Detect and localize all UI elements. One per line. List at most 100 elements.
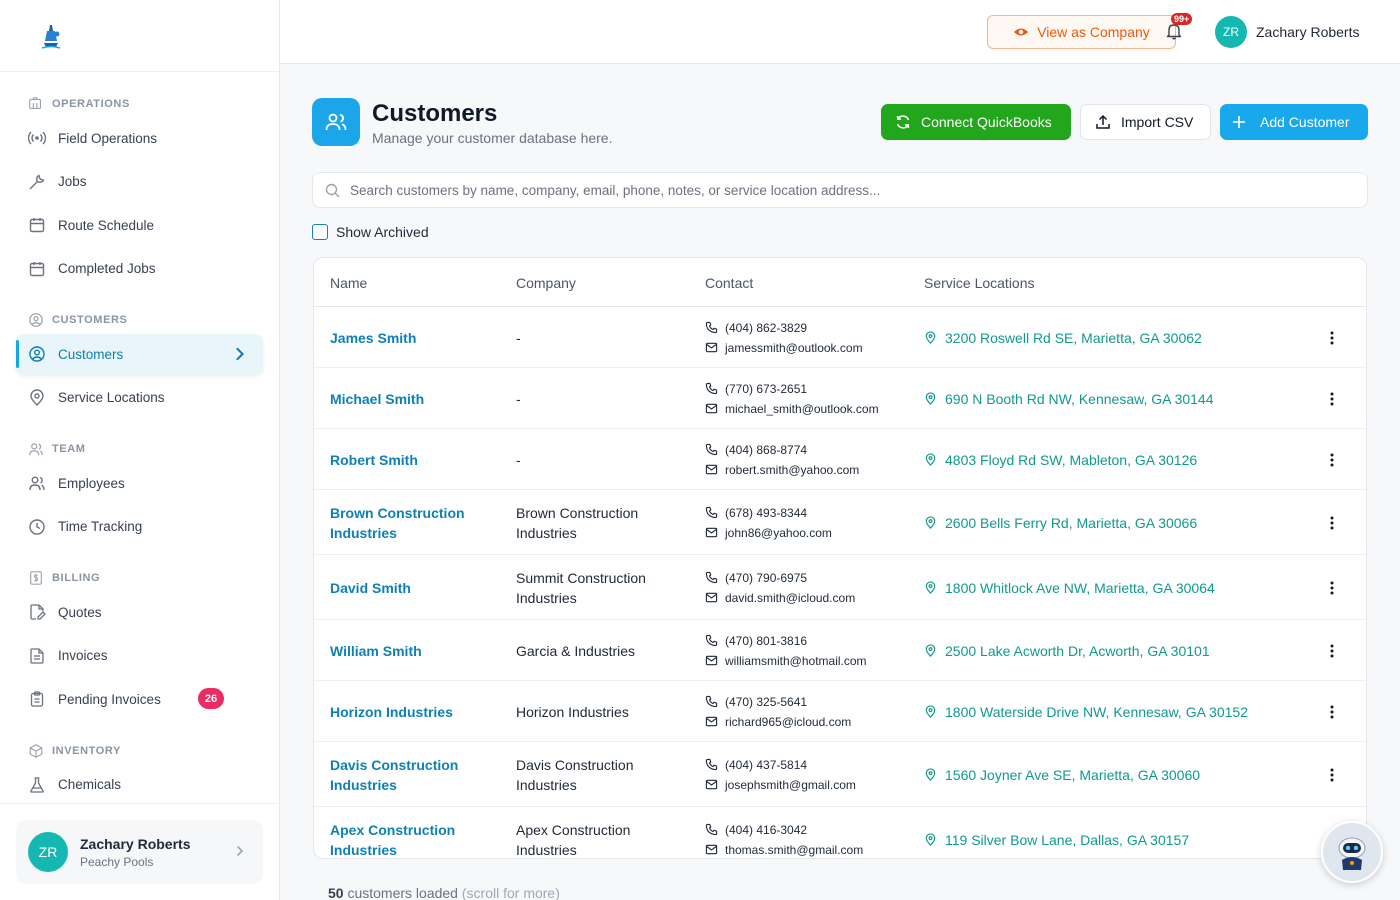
contact-email[interactable]: robert.smith@yahoo.com <box>705 460 859 480</box>
column-header-contact[interactable]: Contact <box>705 275 753 291</box>
sidebar-item-customers[interactable]: Customers <box>16 334 263 374</box>
sidebar-item-jobs[interactable]: Jobs <box>16 162 263 202</box>
sidebar-item-time-tracking[interactable]: Time Tracking <box>16 507 263 547</box>
sidebar-item-service-locations[interactable]: Service Locations <box>16 378 263 418</box>
sidebar-item-employees[interactable]: Employees <box>16 463 263 503</box>
customer-name-link[interactable]: William Smith <box>330 641 490 661</box>
pending-invoices-badge: 26 <box>198 688 224 709</box>
service-location-link[interactable]: 4803 Floyd Rd SW, Mableton, GA 30126 <box>924 450 1197 470</box>
sidebar-item-completed-jobs[interactable]: Completed Jobs <box>16 249 263 289</box>
contact-phone[interactable]: (678) 493-8344 <box>705 503 832 523</box>
more-vertical-icon <box>1330 581 1334 594</box>
scroll-hint: (scroll for more) <box>461 885 560 900</box>
sidebar-item-route-schedule[interactable]: Route Schedule <box>16 205 263 245</box>
customers-page-icon <box>312 98 360 146</box>
customer-name-link[interactable]: Robert Smith <box>330 450 490 470</box>
service-location-link[interactable]: 690 N Booth Rd NW, Kennesaw, GA 30144 <box>924 389 1214 409</box>
more-vertical-icon <box>1330 644 1334 657</box>
sidebar-item-pending-invoices[interactable]: Pending Invoices 26 <box>16 679 263 719</box>
contact-email[interactable]: williamsmith@hotmail.com <box>705 651 867 671</box>
row-actions-button[interactable] <box>1324 452 1340 473</box>
sidebar-item-chemicals[interactable]: Chemicals <box>16 765 263 805</box>
service-location-link[interactable]: 3200 Roswell Rd SE, Marietta, GA 30062 <box>924 328 1202 348</box>
service-location-link[interactable]: 1560 Joyner Ave SE, Marietta, GA 30060 <box>924 765 1200 785</box>
user-circle-icon <box>29 313 43 327</box>
show-archived-checkbox[interactable] <box>312 224 328 240</box>
contact-email[interactable]: thomas.smith@gmail.com <box>705 840 864 859</box>
contact-phone[interactable]: (404) 868-8774 <box>705 440 859 460</box>
row-actions-button[interactable] <box>1324 580 1340 601</box>
users-icon <box>29 476 45 491</box>
contact-phone[interactable]: (470) 801-3816 <box>705 631 867 651</box>
add-customer-button[interactable]: Add Customer <box>1220 104 1368 140</box>
service-location-link[interactable]: 1800 Waterside Drive NW, Kennesaw, GA 30… <box>924 702 1248 722</box>
user-circle-icon <box>29 346 45 362</box>
table-row[interactable]: Robert Smith - (404) 868-8774 robert.smith@… <box>314 429 1366 490</box>
topbar-user-menu[interactable]: ZR Zachary Roberts <box>1215 16 1359 48</box>
customer-search-input[interactable] <box>350 182 1350 198</box>
contact-phone[interactable]: (470) 790-6975 <box>705 568 855 588</box>
contact-phone[interactable]: (404) 862-3829 <box>705 318 863 338</box>
table-row[interactable]: David Smith Summit Construction Industries… <box>314 555 1366 620</box>
contact-phone[interactable]: (404) 416-3042 <box>705 820 863 840</box>
email-address: thomas.smith@gmail.com <box>725 842 864 857</box>
column-header-service-locations[interactable]: Service Locations <box>924 275 1035 291</box>
contact-email[interactable]: richard965@icloud.com <box>705 712 851 732</box>
customer-name-link[interactable]: Horizon Industries <box>330 702 490 722</box>
contact-email[interactable]: josephsmith@gmail.com <box>705 775 856 795</box>
customer-name-line: Davis Construction <box>330 756 459 773</box>
column-header-name[interactable]: Name <box>330 275 367 291</box>
row-actions-button[interactable] <box>1324 330 1340 351</box>
mail-icon <box>705 403 718 414</box>
sidebar-item-invoices[interactable]: Invoices <box>16 636 263 676</box>
customer-company: - <box>516 389 686 409</box>
connect-quickbooks-button[interactable]: Connect QuickBooks <box>881 104 1071 140</box>
customer-name-link[interactable]: Davis Construction Industries <box>330 755 490 795</box>
contact-email[interactable]: michael_smith@outlook.com <box>705 399 879 419</box>
box-icon <box>29 743 43 758</box>
table-row[interactable]: Davis Construction Industries Davis Constr… <box>314 742 1366 807</box>
row-actions-button[interactable] <box>1324 515 1340 536</box>
service-location-link[interactable]: 119 Silver Bow Lane, Dallas, GA 30157 <box>924 830 1189 850</box>
sidebar-user-card[interactable]: ZR Zachary Roberts Peachy Pools <box>16 820 263 884</box>
more-vertical-icon <box>1330 453 1334 466</box>
table-row[interactable]: James Smith - (404) 862-3829 jamessmith@out… <box>314 307 1366 368</box>
view-as-company-button[interactable]: View as Company <box>987 15 1176 49</box>
service-location-link[interactable]: 2500 Lake Acworth Dr, Acworth, GA 30101 <box>924 641 1210 661</box>
company-name-line: - <box>516 451 521 468</box>
row-actions-button[interactable] <box>1324 767 1340 788</box>
contact-email[interactable]: david.smith@icloud.com <box>705 588 855 608</box>
service-location-link[interactable]: 2600 Bells Ferry Rd, Marietta, GA 30066 <box>924 513 1197 533</box>
nav-section-gap <box>16 550 263 564</box>
contact-email[interactable]: jamessmith@outlook.com <box>705 338 863 358</box>
customer-name-link[interactable]: Brown Construction Industries <box>330 503 490 543</box>
table-row[interactable]: Brown Construction Industries Brown Constr… <box>314 490 1366 555</box>
table-row[interactable]: Horizon Industries Horizon Industries (470… <box>314 681 1366 742</box>
contact-phone[interactable]: (470) 325-5641 <box>705 692 851 712</box>
row-actions-button[interactable] <box>1324 391 1340 412</box>
row-actions-button[interactable] <box>1324 704 1340 725</box>
contact-phone[interactable]: (770) 673-2651 <box>705 379 879 399</box>
customer-contact: (678) 493-8344 john86@yahoo.com <box>705 503 832 543</box>
map-pin-icon <box>925 833 936 846</box>
sidebar-item-quotes[interactable]: Quotes <box>16 592 263 632</box>
assistant-bot-button[interactable] <box>1321 821 1383 883</box>
customer-name-link[interactable]: Apex Construction Industries <box>330 820 490 859</box>
contact-email[interactable]: john86@yahoo.com <box>705 523 832 543</box>
row-actions-button[interactable] <box>1324 643 1340 664</box>
mail-icon <box>705 592 718 603</box>
table-row[interactable]: Apex Construction Industries Apex Construc… <box>314 807 1366 859</box>
import-csv-button[interactable]: Import CSV <box>1080 104 1211 140</box>
sidebar-item-field-operations[interactable]: Field Operations <box>16 118 263 158</box>
logo[interactable] <box>0 0 279 72</box>
column-header-company[interactable]: Company <box>516 275 576 291</box>
table-row[interactable]: William Smith Garcia & Industries (470) 80… <box>314 620 1366 681</box>
customer-name-link[interactable]: James Smith <box>330 328 490 348</box>
table-row[interactable]: Michael Smith - (770) 673-2651 michael_smit… <box>314 368 1366 429</box>
customer-name-link[interactable]: David Smith <box>330 578 490 598</box>
customer-name-link[interactable]: Michael Smith <box>330 389 490 409</box>
service-location-link[interactable]: 1800 Whitlock Ave NW, Marietta, GA 30064 <box>924 578 1215 598</box>
show-archived-toggle[interactable]: Show Archived <box>312 224 429 240</box>
contact-phone[interactable]: (404) 437-5814 <box>705 755 856 775</box>
company-name-line: Industries <box>516 589 577 606</box>
